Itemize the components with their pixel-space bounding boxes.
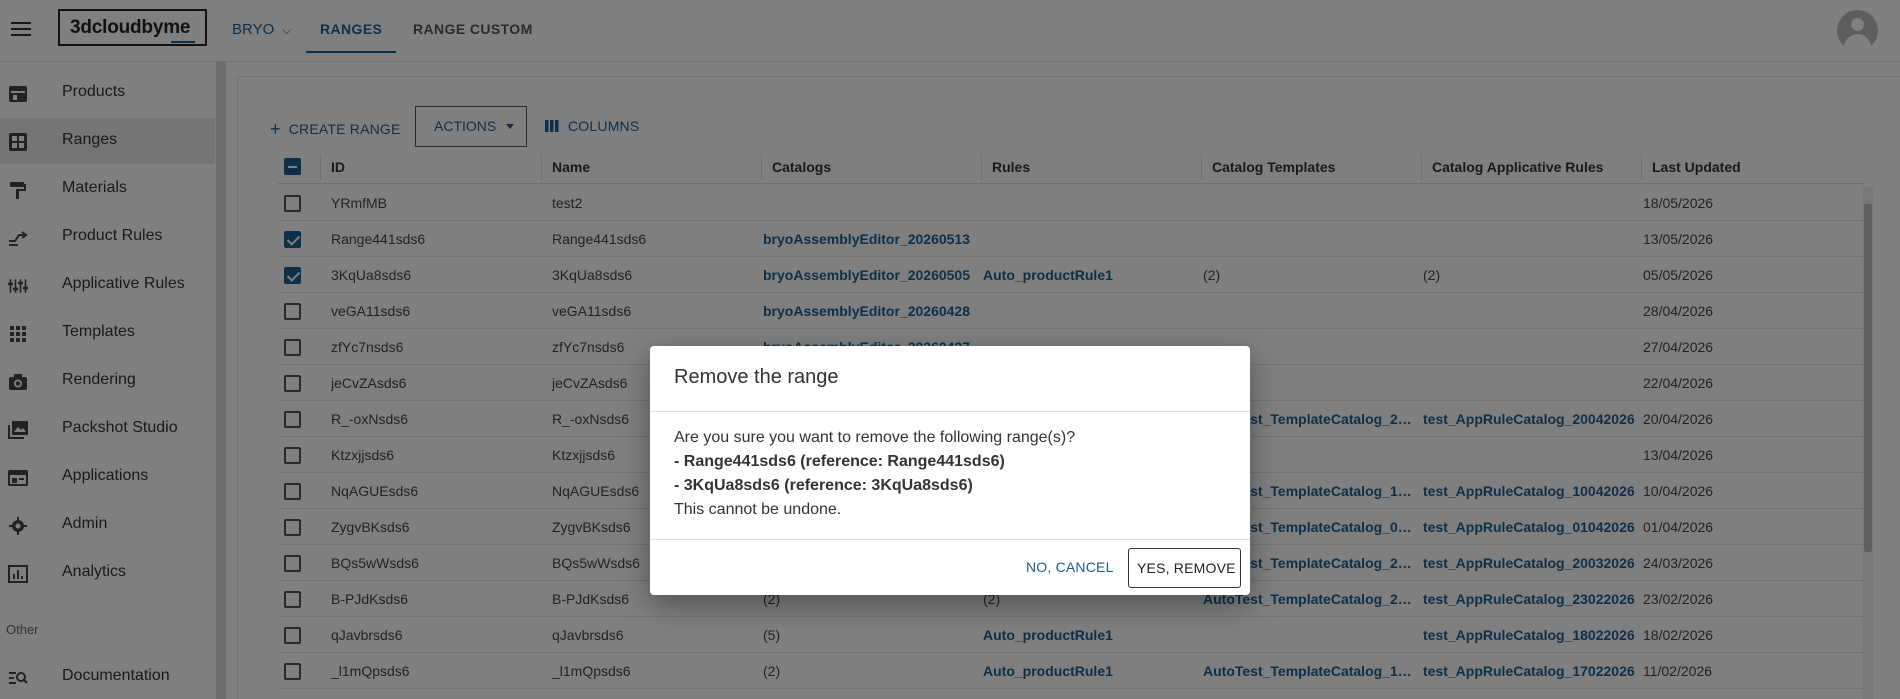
dialog-range-item: - Range441sds6 (reference: Range441sds6) [674,453,1005,470]
dialog-divider [650,411,1250,412]
confirm-remove-button[interactable]: YES, REMOVE [1128,548,1241,588]
dialog-title: Remove the range [674,366,839,388]
dialog-range-item: - 3KqUa8sds6 (reference: 3KqUa8sds6) [674,477,973,494]
remove-range-dialog: Remove the range Are you sure you want t… [650,346,1250,595]
dialog-question: Are you sure you want to remove the foll… [674,429,1076,446]
dialog-divider [650,539,1250,540]
cancel-button[interactable]: NO, CANCEL [1026,559,1114,575]
dialog-warning: This cannot be undone. [674,501,842,518]
